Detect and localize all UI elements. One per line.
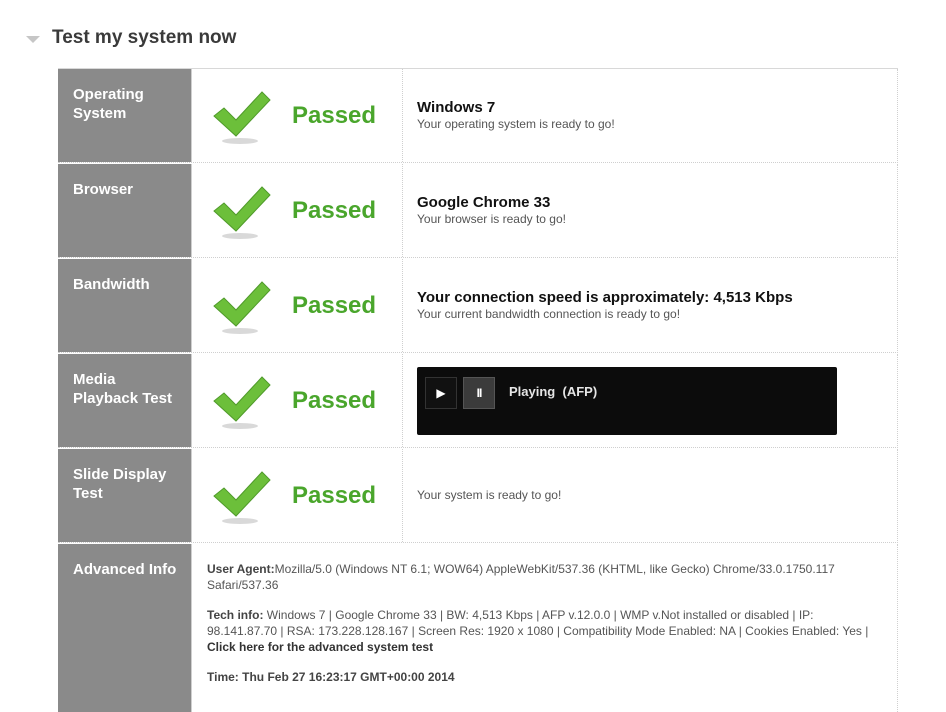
status-cell: Passed	[192, 354, 403, 447]
player-format: (AFP)	[562, 383, 598, 399]
row-label: Browser	[58, 164, 192, 257]
test-row-bandwidth: Bandwidth Passed Your connection speed i…	[58, 259, 898, 353]
detail-title: Google Chrome 33	[417, 194, 551, 211]
detail-subtitle: Your system is ready to go!	[417, 488, 562, 502]
test-row-slide-display: Slide Display Test Passed Your system is…	[58, 449, 898, 543]
detail-title: Windows 7	[417, 99, 496, 116]
row-label: Bandwidth	[58, 259, 192, 352]
user-agent-value: Mozilla/5.0 (Windows NT 6.1; WOW64) Appl…	[207, 562, 835, 592]
tech-info-line: Tech info: Windows 7 | Google Chrome 33 …	[207, 607, 881, 655]
status-cell: Passed	[192, 259, 403, 352]
advanced-info-row: Advanced Info User Agent:Mozilla/5.0 (Wi…	[58, 544, 898, 712]
detail-cell: ▶ II Playing (AFP)	[403, 354, 897, 447]
section-title: Test my system now	[52, 27, 237, 48]
time-line: Time: Thu Feb 27 16:23:17 GMT+00:00 2014	[207, 669, 881, 685]
passed-status: Passed	[292, 101, 377, 129]
checkmark-icon	[213, 375, 271, 429]
row-label: Media Playback Test	[58, 354, 192, 447]
detail-subtitle: Your current bandwidth connection is rea…	[417, 307, 681, 321]
media-player: ▶ II Playing (AFP)	[417, 366, 837, 435]
checkmark-icon	[213, 90, 271, 144]
test-row-browser: Browser Passed Google Chrome 33 Your bro…	[58, 164, 898, 258]
status-cell: Passed	[192, 69, 403, 162]
test-row-media-playback: Media Playback Test Passed ▶ II Playing …	[58, 354, 898, 448]
detail-title: Your connection speed is approximately: …	[417, 289, 793, 306]
passed-status: Passed	[292, 386, 377, 414]
passed-status: Passed	[292, 196, 377, 224]
tech-info-value: Windows 7 | Google Chrome 33 | BW: 4,513…	[207, 608, 869, 638]
user-agent-label: User Agent:	[207, 562, 275, 576]
pause-button[interactable]: II	[463, 376, 495, 409]
checkmark-icon	[213, 280, 271, 334]
detail-cell: Windows 7 Your operating system is ready…	[403, 69, 897, 162]
play-button[interactable]: ▶	[425, 376, 457, 409]
time-value: Thu Feb 27 16:23:17 GMT+00:00 2014	[238, 670, 455, 684]
checkmark-icon	[213, 185, 271, 239]
system-test-table: Operating System Passed Windows 7 Your o…	[58, 68, 898, 712]
detail-subtitle: Your operating system is ready to go!	[417, 117, 615, 131]
detail-cell: Google Chrome 33 Your browser is ready t…	[403, 164, 897, 257]
test-row-operating-system: Operating System Passed Windows 7 Your o…	[58, 69, 898, 163]
player-status: Playing (AFP)	[509, 384, 597, 399]
row-label: Operating System	[58, 69, 192, 162]
user-agent-line: User Agent:Mozilla/5.0 (Windows NT 6.1; …	[207, 561, 881, 593]
play-icon: ▶	[436, 385, 446, 400]
row-label: Slide Display Test	[58, 449, 192, 542]
tech-info-label: Tech info:	[207, 608, 264, 622]
status-cell: Passed	[192, 449, 403, 542]
advanced-test-link[interactable]: Click here for the advanced system test	[207, 640, 433, 654]
passed-status: Passed	[292, 291, 377, 319]
status-cell: Passed	[192, 164, 403, 257]
time-label: Time:	[207, 670, 239, 684]
detail-cell: Your system is ready to go!	[403, 449, 897, 542]
passed-status: Passed	[292, 481, 377, 509]
detail-cell: Your connection speed is approximately: …	[403, 259, 897, 352]
detail-subtitle: Your browser is ready to go!	[417, 212, 566, 226]
section-header[interactable]: Test my system now	[26, 26, 236, 50]
collapse-caret-icon[interactable]	[26, 35, 40, 43]
row-label: Advanced Info	[58, 544, 192, 712]
player-status-text: Playing	[509, 383, 556, 399]
advanced-info-body: User Agent:Mozilla/5.0 (Windows NT 6.1; …	[192, 544, 897, 712]
checkmark-icon	[213, 470, 271, 524]
pause-icon: II	[476, 385, 483, 400]
